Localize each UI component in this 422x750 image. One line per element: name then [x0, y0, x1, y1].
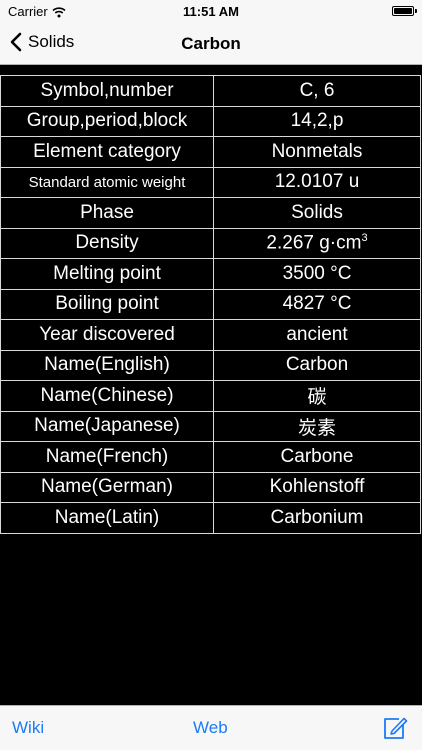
property-value: Solids: [213, 197, 421, 229]
table-row: Name(French) Carbone: [0, 441, 421, 473]
table-row: Group,period,block 14,2,p: [0, 105, 421, 137]
property-key: Standard atomic weight: [0, 166, 214, 198]
property-value: Carbonium: [213, 502, 421, 534]
property-key: Boiling point: [0, 288, 214, 320]
property-value: 炭素: [213, 410, 421, 442]
battery-icon: [392, 6, 417, 16]
property-value: Nonmetals: [213, 136, 421, 168]
property-key: Melting point: [0, 258, 214, 290]
density-unit-exponent: 3: [361, 232, 368, 245]
density-value: 2.267 g·cm: [266, 232, 362, 254]
table-row: Name(Chinese) 碳: [0, 380, 421, 412]
page-title: Carbon: [181, 34, 241, 53]
property-value: 14,2,p: [213, 105, 421, 137]
table-row: Standard atomic weight 12.0107 u: [0, 166, 421, 198]
table-row: Phase Solids: [0, 197, 421, 229]
table-row: Boiling point 4827 °C: [0, 288, 421, 320]
property-value: 4827 °C: [213, 288, 421, 320]
property-key: Name(Japanese): [0, 410, 214, 442]
property-key: Phase: [0, 197, 214, 229]
property-key: Name(German): [0, 471, 214, 503]
wiki-button[interactable]: Wiki: [12, 718, 44, 738]
table-row: Symbol,number C, 6: [0, 75, 421, 107]
table-row: Name(German) Kohlenstoff: [0, 471, 421, 503]
navigation-bar: Solids Carbon: [0, 24, 422, 65]
property-value: Carbon: [213, 349, 421, 381]
table-row: Name(Japanese) 炭素: [0, 410, 421, 442]
table-row: Density 2.267 g·cm3: [0, 227, 421, 259]
property-value: Kohlenstoff: [213, 471, 421, 503]
status-time: 11:51 AM: [183, 4, 239, 19]
table-row: Year discovered ancient: [0, 319, 421, 351]
property-key: Name(Chinese): [0, 380, 214, 412]
property-key: Density: [0, 227, 214, 259]
table-row: Name(Latin) Carbonium: [0, 502, 421, 534]
property-key: Symbol,number: [0, 75, 214, 107]
table-row: Element category Nonmetals: [0, 136, 421, 168]
property-key: Element category: [0, 136, 214, 168]
property-key: Name(Latin): [0, 502, 214, 534]
table-row: Name(English) Carbon: [0, 349, 421, 381]
property-key: Group,period,block: [0, 105, 214, 137]
status-bar: Carrier 11:51 AM: [0, 0, 422, 24]
web-button[interactable]: Web: [193, 718, 228, 738]
property-value: 12.0107 u: [213, 166, 421, 198]
property-value: ancient: [213, 319, 421, 351]
property-key: Name(English): [0, 349, 214, 381]
element-properties-table: Symbol,number C, 6 Group,period,block 14…: [0, 75, 422, 534]
property-key: Year discovered: [0, 319, 214, 351]
bottom-toolbar: Wiki Web: [0, 705, 422, 750]
app-screen: Carrier 11:51 AM Solids Carbon Symbol,nu…: [0, 0, 422, 750]
property-value: Carbone: [213, 441, 421, 473]
table-row: Melting point 3500 °C: [0, 258, 421, 290]
property-value: 碳: [213, 380, 421, 412]
compose-icon[interactable]: [382, 715, 408, 741]
property-value: C, 6: [213, 75, 421, 107]
property-key: Name(French): [0, 441, 214, 473]
property-value: 3500 °C: [213, 258, 421, 290]
property-value: 2.267 g·cm3: [213, 227, 421, 259]
